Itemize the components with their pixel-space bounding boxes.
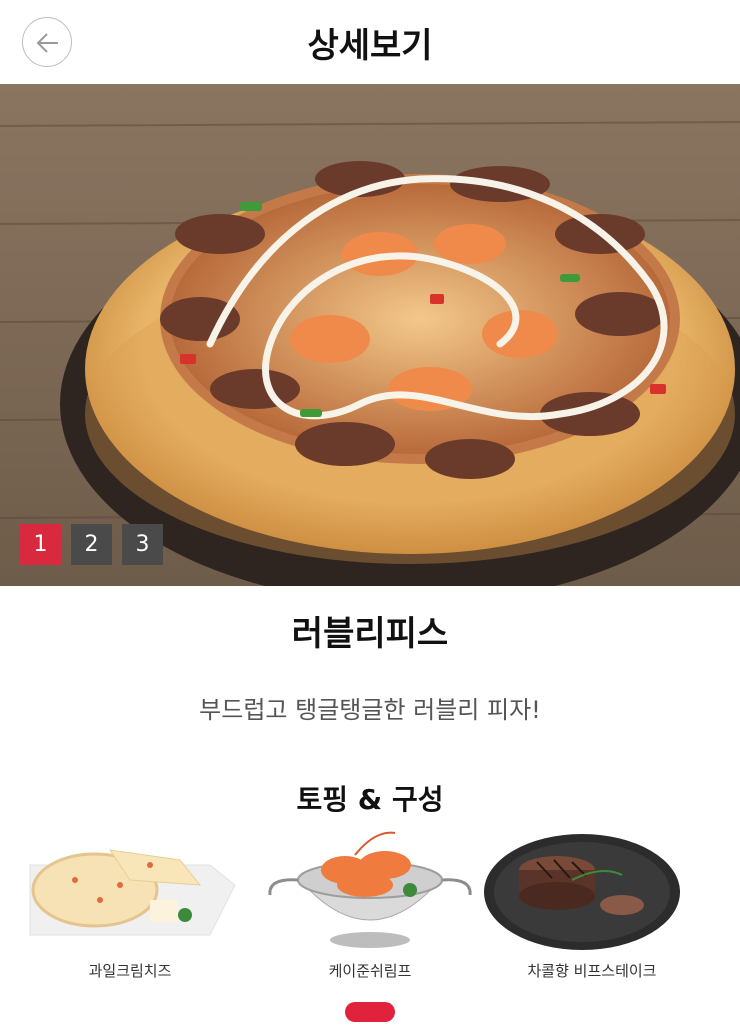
cajun-shrimp-image [260, 830, 480, 955]
page-2-button[interactable]: 2 [71, 524, 112, 565]
page-3-button[interactable]: 3 [122, 524, 163, 565]
fruit-cream-cheese-image [20, 830, 240, 955]
topping-item[interactable]: 차콜향 비프스테이크 [482, 830, 702, 990]
topping-label: 케이준쉬림프 [328, 962, 412, 980]
page-1-button[interactable]: 1 [20, 524, 61, 565]
topping-item[interactable]: 케이준쉬림프 [260, 830, 480, 990]
page-title: 상세보기 [307, 26, 433, 66]
carousel-indicator[interactable] [345, 1002, 395, 1022]
product-name: 러블리피스 [291, 614, 449, 654]
app-header: 상세보기 [0, 0, 740, 85]
charcoal-beef-steak-image [482, 830, 702, 955]
toppings-section-title: 토핑 & 구성 [296, 783, 444, 816]
product-description: 부드럽고 탱글탱글한 러블리 피자! [199, 696, 541, 724]
topping-item[interactable]: 과일크림치즈 [20, 830, 240, 990]
pizza-photo [0, 84, 740, 586]
topping-label: 차콜향 비프스테이크 [527, 962, 657, 980]
pizza-hero-image[interactable] [0, 84, 740, 586]
image-pager: 1 2 3 [20, 524, 163, 565]
topping-label: 과일크림치즈 [88, 962, 172, 980]
